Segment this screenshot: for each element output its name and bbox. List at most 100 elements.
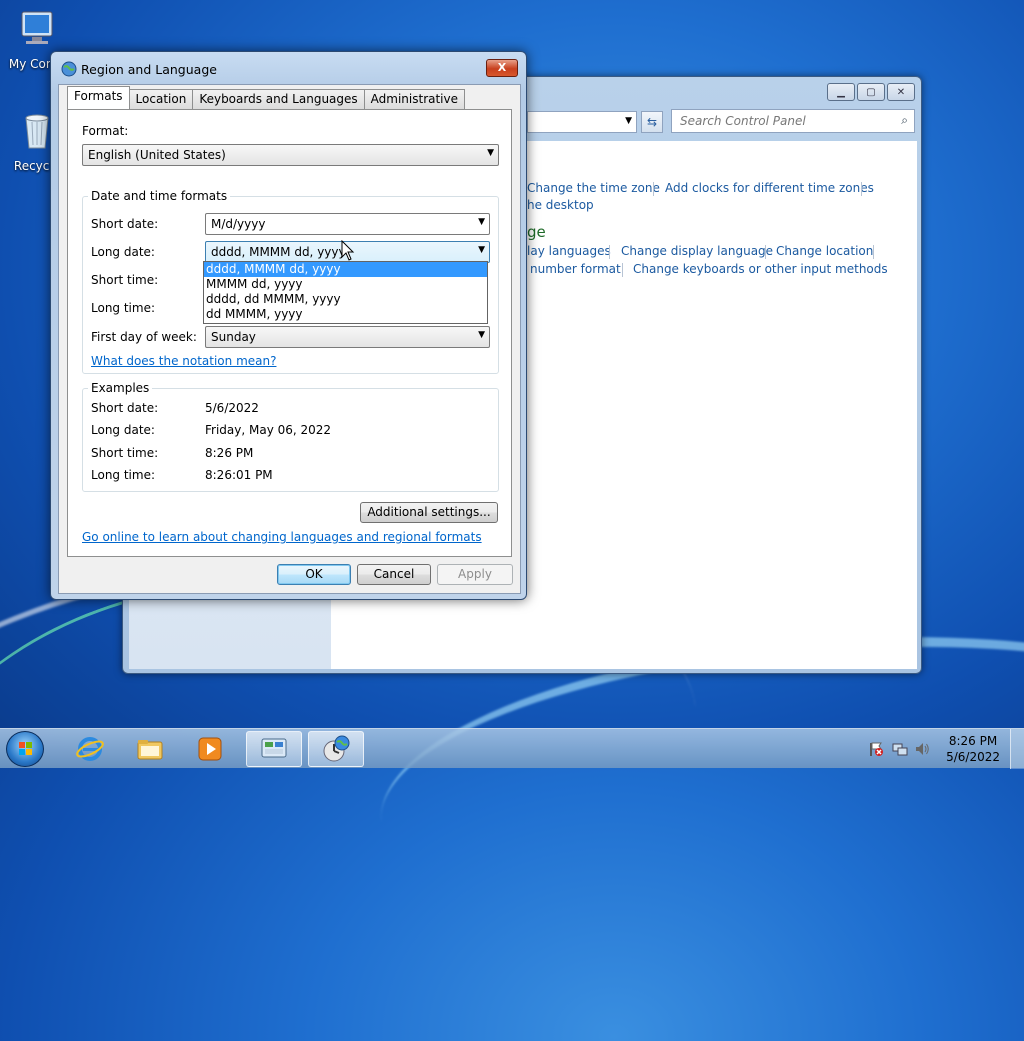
dropdown-option[interactable]: MMMM dd, yyyy: [204, 277, 487, 292]
link-separator: [765, 245, 766, 259]
long-date-label: Long date:: [91, 245, 155, 259]
dialog-title: Region and Language: [81, 62, 217, 77]
volume-icon[interactable]: [914, 741, 930, 757]
dropdown-option[interactable]: dddd, dd MMMM, yyyy: [204, 292, 487, 307]
link-change-time-zone[interactable]: Change the time zone: [527, 181, 660, 195]
apply-button[interactable]: Apply: [437, 564, 513, 585]
tab-keyboards-languages[interactable]: Keyboards and Languages: [192, 89, 365, 109]
tab-administrative[interactable]: Administrative: [363, 89, 466, 109]
additional-settings-button[interactable]: Additional settings...: [360, 502, 498, 523]
media-player-icon: [198, 737, 222, 761]
short-date-value: M/d/yyyy: [211, 217, 266, 231]
chevron-down-icon: ▼: [487, 148, 494, 158]
format-select[interactable]: English (United States) ▼: [82, 144, 499, 166]
chevron-down-icon: ▼: [478, 330, 485, 340]
link-change-display-language[interactable]: Change display language: [621, 244, 773, 258]
refresh-icon: ⇆: [646, 115, 658, 129]
mouse-cursor-icon: [341, 240, 355, 261]
region-language-dialog[interactable]: Region and Language X Formats Location K…: [50, 51, 527, 600]
link-separator: [622, 263, 623, 277]
tab-formats[interactable]: Formats: [67, 86, 130, 109]
taskbar-clock[interactable]: 8:26 PM 5/6/2022: [946, 733, 1000, 765]
link-number-format[interactable]: number format: [530, 262, 621, 276]
example-label: Short time:: [91, 446, 159, 460]
short-time-label: Short time:: [91, 273, 159, 287]
long-date-dropdown-list[interactable]: dddd, MMMM dd, yyyy MMMM dd, yyyy dddd, …: [203, 261, 488, 324]
windows-logo-icon: [19, 742, 32, 755]
address-bar[interactable]: ▼: [527, 111, 637, 133]
tab-location[interactable]: Location: [128, 89, 194, 109]
long-time-label: Long time:: [91, 301, 156, 315]
format-select-value: English (United States): [88, 148, 226, 162]
taskbar: 8:26 PM 5/6/2022: [0, 728, 1024, 769]
minimize-button[interactable]: ▁: [827, 83, 855, 101]
taskbar-region-language[interactable]: [308, 731, 364, 767]
clock-date: 5/6/2022: [946, 750, 1000, 764]
chevron-down-icon[interactable]: ▼: [625, 116, 632, 126]
link-separator: [873, 245, 874, 259]
long-date-value: dddd, MMMM dd, yyyy: [211, 245, 346, 259]
example-label: Short date:: [91, 401, 159, 415]
dialog-body: Formats Location Keyboards and Languages…: [58, 84, 521, 594]
internet-explorer-icon: [76, 737, 104, 761]
search-placeholder: Search Control Panel: [680, 114, 806, 128]
link-desktop[interactable]: he desktop: [527, 198, 594, 212]
link-separator: [653, 182, 654, 196]
dropdown-option[interactable]: dddd, MMMM dd, yyyy: [204, 262, 487, 277]
taskbar-control-panel[interactable]: [246, 731, 302, 767]
dropdown-option[interactable]: dd MMMM, yyyy: [204, 307, 487, 322]
computer-icon: [21, 11, 53, 44]
control-panel-icon: [261, 738, 287, 758]
example-value: 5/6/2022: [205, 401, 259, 415]
search-input[interactable]: Search Control Panel ⌕: [671, 109, 915, 133]
search-icon[interactable]: ⌕: [901, 113, 908, 128]
show-desktop-button[interactable]: [1010, 729, 1024, 769]
format-label: Format:: [82, 124, 129, 138]
first-day-value: Sunday: [211, 330, 256, 344]
example-label: Long time:: [91, 468, 156, 482]
first-day-label: First day of week:: [91, 330, 197, 344]
close-button[interactable]: ✕: [887, 83, 915, 101]
close-icon: ✕: [896, 86, 906, 98]
datetime-group-title: Date and time formats: [88, 189, 231, 203]
chevron-down-icon: ▼: [478, 245, 485, 255]
example-value: 8:26:01 PM: [205, 468, 273, 482]
example-value: Friday, May 06, 2022: [205, 423, 332, 437]
tab-strip: Formats Location Keyboards and Languages…: [67, 86, 466, 109]
dialog-close-button[interactable]: X: [486, 59, 518, 77]
formats-panel: Format: English (United States) ▼ Date a…: [67, 109, 512, 557]
link-add-clocks[interactable]: Add clocks for different time zones: [665, 181, 874, 195]
refresh-button[interactable]: ⇆: [641, 111, 663, 133]
minimize-icon: ▁: [837, 86, 845, 98]
maximize-button[interactable]: ▢: [857, 83, 885, 101]
link-change-location[interactable]: Change location: [776, 244, 873, 258]
short-date-select[interactable]: M/d/yyyy ▼: [205, 213, 490, 235]
close-icon: X: [497, 61, 507, 74]
folder-icon: [137, 740, 163, 760]
chevron-down-icon: ▼: [478, 217, 485, 227]
first-day-select[interactable]: Sunday ▼: [205, 326, 490, 348]
notation-help-link[interactable]: What does the notation mean?: [91, 354, 276, 368]
globe-icon: [61, 61, 77, 77]
category-heading[interactable]: ge: [527, 223, 546, 241]
examples-group: Examples Short date: 5/6/2022 Long date:…: [82, 381, 499, 492]
action-center-flag-icon[interactable]: [868, 741, 884, 757]
clock-time: 8:26 PM: [948, 734, 998, 748]
start-button[interactable]: [6, 731, 44, 767]
cancel-button[interactable]: Cancel: [357, 564, 431, 585]
ok-button[interactable]: OK: [277, 564, 351, 585]
network-icon[interactable]: [892, 741, 908, 757]
clock-globe-icon: [323, 735, 350, 762]
taskbar-internet-explorer[interactable]: [62, 731, 118, 767]
taskbar-explorer[interactable]: [122, 731, 178, 767]
online-help-link[interactable]: Go online to learn about changing langua…: [82, 530, 482, 544]
example-value: 8:26 PM: [205, 446, 254, 460]
taskbar-media-player[interactable]: [182, 731, 238, 767]
example-label: Long date:: [91, 423, 155, 437]
examples-title: Examples: [88, 381, 153, 395]
short-date-label: Short date:: [91, 217, 159, 231]
window-caption-buttons: ▁ ▢ ✕: [827, 83, 915, 101]
link-change-keyboards[interactable]: Change keyboards or other input methods: [633, 262, 888, 276]
link-display-languages[interactable]: lay languages: [527, 244, 611, 258]
link-separator: [861, 182, 862, 196]
